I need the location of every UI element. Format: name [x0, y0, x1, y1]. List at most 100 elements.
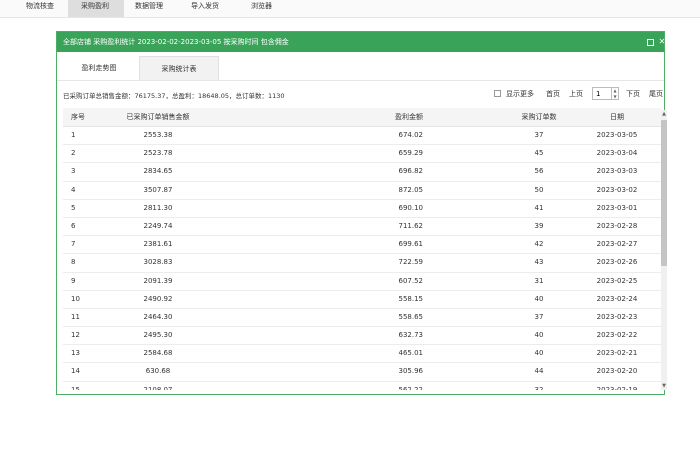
maximize-icon[interactable]: [646, 38, 654, 46]
table-row[interactable]: 10 2490.92 558.15 40 2023-02-24: [63, 291, 661, 309]
top-nav: 物流核查 采购盈利 数据管理 导入发货 浏览器: [0, 0, 700, 18]
row-index: 1: [71, 131, 76, 139]
row-index: 6: [71, 221, 76, 230]
row-date: 2023-03-04: [596, 149, 638, 158]
tab-profit-trend[interactable]: 盈利走势图: [59, 56, 139, 80]
row-index: 3: [71, 167, 76, 176]
header-order-count[interactable]: 采购订单数: [503, 108, 575, 126]
row-date: 2023-02-26: [596, 258, 638, 267]
row-order-count: 56: [534, 167, 544, 176]
row-order-count: 40: [534, 331, 544, 340]
row-sales-amount: 2464.30: [143, 312, 173, 321]
row-date: 2023-03-02: [596, 185, 638, 194]
row-index: 5: [71, 203, 76, 212]
row-date: 2023-02-23: [596, 312, 638, 321]
header-profit-amount[interactable]: 盈利金额: [293, 108, 423, 126]
row-date: 2023-02-28: [596, 221, 638, 230]
table-row[interactable]: 12 2495.30 632.73 40 2023-02-22: [63, 327, 661, 346]
row-index: 13: [71, 349, 80, 358]
next-page-link[interactable]: 下页: [626, 88, 640, 100]
row-profit-amount: 558.65: [398, 312, 424, 321]
page-number-input[interactable]: [592, 87, 612, 100]
header-sales-amount[interactable]: 已采购订单销售金额: [123, 108, 193, 126]
row-sales-amount: 2381.61: [143, 240, 173, 249]
prev-page-link[interactable]: 上页: [569, 88, 583, 100]
header-index[interactable]: 序号: [71, 108, 85, 126]
row-index: 4: [71, 185, 76, 194]
row-index: 8: [71, 258, 76, 267]
table-row[interactable]: 5 2811.30 690.10 41 2023-03-01: [63, 200, 661, 218]
last-page-link[interactable]: 尾页: [649, 88, 663, 100]
row-sales-amount: 2091.39: [143, 276, 173, 285]
row-date: 2023-02-19: [596, 385, 638, 390]
table-row[interactable]: 13 2584.68 465.01 40 2023-02-21: [63, 345, 661, 364]
row-profit-amount: 690.10: [398, 203, 424, 212]
row-date: 2023-02-24: [596, 294, 638, 303]
row-order-count: 39: [534, 221, 544, 230]
first-page-link[interactable]: 首页: [546, 88, 560, 100]
row-sales-amount: 630.68: [145, 367, 171, 376]
header-date[interactable]: 日期: [583, 108, 651, 126]
show-more-checkbox[interactable]: [494, 90, 501, 97]
purchase-table: 序号 已采购订单销售金额 盈利金额 采购订单数 日期 1 2553.38 674.0…: [63, 108, 661, 390]
row-profit-amount: 872.05: [398, 185, 424, 194]
scroll-up-icon[interactable]: ▲: [661, 110, 667, 118]
row-index: 9: [71, 276, 76, 285]
table-row[interactable]: 1 2553.38 674.02 37 2023-03-05: [63, 127, 661, 146]
table-row[interactable]: 15 2108.07 562.22 32 2023-02-19: [63, 382, 661, 390]
row-date: 2023-02-21: [596, 349, 638, 358]
page-spinner-icon[interactable]: ▲ ▼: [612, 87, 619, 100]
row-index: 11: [71, 312, 80, 321]
row-sales-amount: 2249.74: [143, 221, 173, 230]
row-profit-amount: 674.02: [398, 131, 424, 139]
nav-item-purchase-profit[interactable]: 采购盈利: [68, 0, 124, 17]
profit-stats-dialog: 全部店铺 采购盈利统计 2023-02-02-2023-03-05 按采购时间 …: [56, 31, 667, 395]
table-row[interactable]: 3 2834.65 696.82 56 2023-03-03: [63, 163, 661, 182]
nav-item-data-manage[interactable]: 数据管理: [132, 0, 175, 17]
row-sales-amount: 2834.65: [143, 167, 173, 176]
row-sales-amount: 2523.78: [143, 149, 173, 158]
table-row[interactable]: 11 2464.30 558.65 37 2023-02-23: [63, 309, 661, 328]
close-icon[interactable]: ✕: [658, 38, 666, 46]
row-order-count: 44: [534, 367, 544, 376]
row-sales-amount: 2108.07: [143, 385, 173, 390]
table-row[interactable]: 2 2523.78 659.29 45 2023-03-04: [63, 145, 661, 164]
row-order-count: 40: [534, 294, 544, 303]
scroll-thumb[interactable]: [661, 120, 667, 266]
row-profit-amount: 305.96: [398, 367, 424, 376]
dialog-titlebar[interactable]: 全部店铺 采购盈利统计 2023-02-02-2023-03-05 按采购时间 …: [57, 32, 666, 52]
row-date: 2023-02-25: [596, 276, 638, 285]
row-sales-amount: 3028.83: [143, 258, 173, 267]
table-row[interactable]: 9 2091.39 607.52 31 2023-02-25: [63, 273, 661, 291]
table-scrollbar[interactable]: ▲ ▼: [661, 110, 667, 390]
nav-item-browser[interactable]: 浏览器: [248, 0, 291, 17]
row-order-count: 50: [534, 185, 544, 194]
scroll-down-icon[interactable]: ▼: [661, 382, 667, 390]
table-row[interactable]: 8 3028.83 722.59 43 2023-02-26: [63, 254, 661, 273]
row-date: 2023-03-03: [596, 167, 638, 176]
row-date: 2023-03-01: [596, 203, 638, 212]
row-profit-amount: 558.15: [398, 294, 424, 303]
row-index: 7: [71, 240, 76, 249]
row-order-count: 45: [534, 149, 544, 158]
row-index: 2: [71, 149, 76, 158]
table-row[interactable]: 14 630.68 305.96 44 2023-02-20: [63, 363, 661, 382]
row-date: 2023-02-20: [596, 367, 638, 376]
table-row[interactable]: 4 3507.87 872.05 50 2023-03-02: [63, 182, 661, 200]
table-body: 1 2553.38 674.02 3 7 2023-03-05 2 2523.78 659.29…: [63, 127, 661, 390]
table-row[interactable]: 6 2249.74 711.62 39 2023-02-28: [63, 218, 661, 237]
nav-item-logistics[interactable]: 物流核查: [23, 0, 66, 17]
row-date: 2023-03-05: [596, 131, 638, 139]
row-sales-amount: 2495.30: [143, 331, 173, 340]
tab-purchase-table[interactable]: 采购统计表: [139, 56, 219, 80]
row-sales-amount: 2553.38: [143, 131, 173, 139]
table-row[interactable]: 7 2381.61 699.61 42 2023-02-27: [63, 236, 661, 255]
row-profit-amount: 659.29: [398, 149, 424, 158]
row-sales-amount: 2490.92: [143, 294, 173, 303]
summary-text: 已采购订单总销售金额：76175.37，总盈利：18648.05，总订单数：11…: [63, 92, 285, 100]
row-date: 2023-02-22: [596, 331, 638, 340]
row-index: 15: [71, 385, 80, 390]
row-sales-amount: 3507.87: [143, 185, 173, 194]
nav-item-import-ship[interactable]: 导入发货: [188, 0, 231, 17]
show-more-label: 显示更多: [506, 90, 534, 98]
